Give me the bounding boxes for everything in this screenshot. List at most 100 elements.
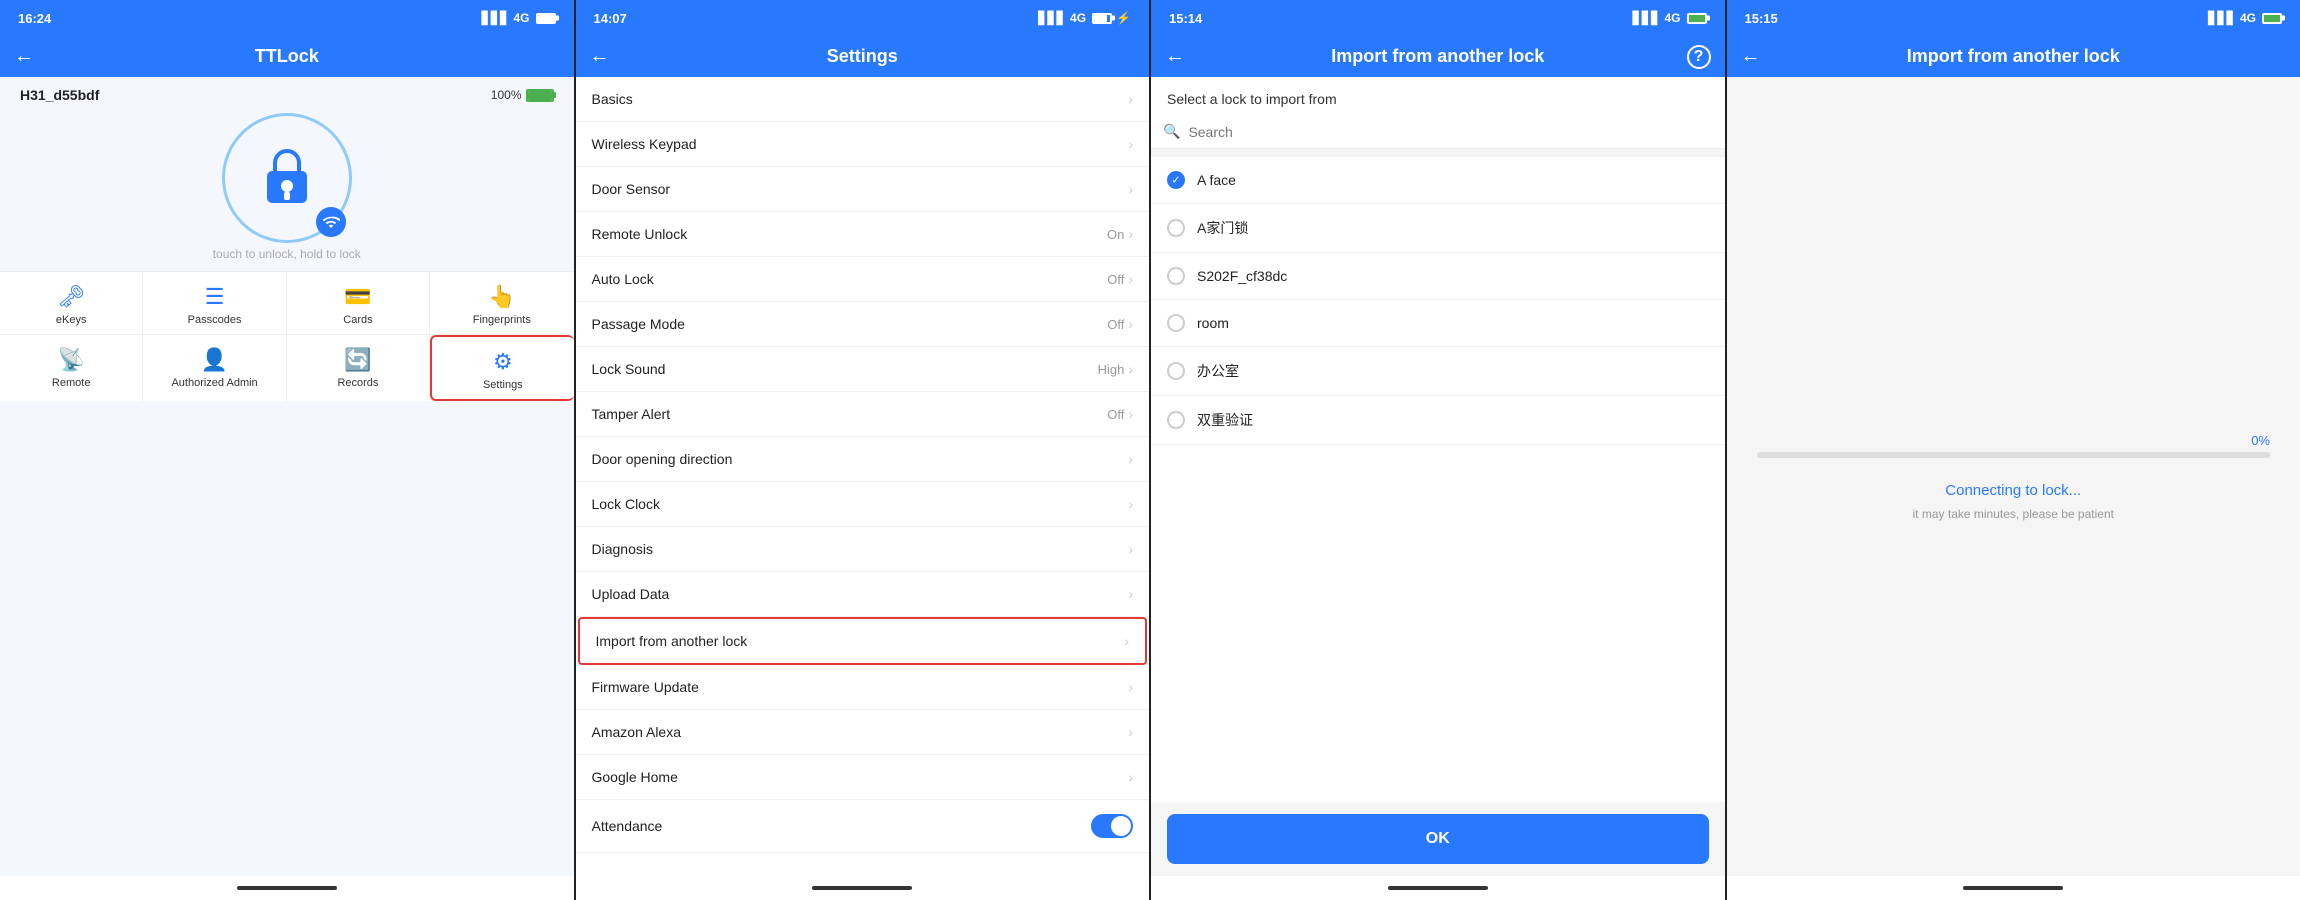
radio-dual-auth[interactable] (1167, 411, 1185, 429)
lock-item-s202f[interactable]: S202F_cf38dc (1151, 253, 1725, 300)
search-input[interactable] (1188, 124, 1712, 140)
lock-sound-value: High (1098, 362, 1125, 377)
progress-bar-container (1757, 452, 2271, 458)
settings-item-lock-sound[interactable]: Lock Sound High › (576, 347, 1150, 392)
remote-label: Remote (52, 377, 91, 389)
lock-item-a-home[interactable]: A家门锁 (1151, 204, 1725, 253)
nav-item-passcodes[interactable]: ☰ Passcodes (143, 272, 286, 334)
nav-item-settings[interactable]: ⚙ Settings (430, 335, 573, 401)
lock-item-a-face-label: A face (1197, 172, 1236, 188)
settings-list: Basics › Wireless Keypad › Door Sensor ›… (576, 77, 1150, 876)
settings-item-passage-mode[interactable]: Passage Mode Off › (576, 302, 1150, 347)
battery-display: 100% (491, 88, 554, 102)
settings-item-lock-clock[interactable]: Lock Clock › (576, 482, 1150, 527)
remote-icon: 📡 (57, 347, 84, 373)
home-bar-2 (812, 886, 912, 890)
back-button-1[interactable]: ← (14, 45, 34, 68)
settings-item-diagnosis[interactable]: Diagnosis › (576, 527, 1150, 572)
lock-item-office-label: 办公室 (1197, 361, 1239, 381)
nav-row2: 📡 Remote 👤 Authorized Admin 🔄 Records ⚙ … (0, 334, 574, 401)
settings-item-door-opening-direction[interactable]: Door opening direction › (576, 437, 1150, 482)
remote-unlock-chevron: › (1128, 226, 1133, 242)
nav-item-ekeys[interactable]: 🗝 eKeys (0, 272, 143, 334)
firmware-right: › (1128, 679, 1133, 695)
network-type-3: 4G (1664, 11, 1680, 25)
time-2: 14:07 (594, 11, 627, 26)
status-right-1: ▋▋▋ 4G (482, 11, 556, 25)
cards-label: Cards (343, 314, 372, 326)
nav-item-cards[interactable]: 💳 Cards (287, 272, 430, 334)
settings-item-door-sensor[interactable]: Door Sensor › (576, 167, 1150, 212)
settings-item-wireless-keypad[interactable]: Wireless Keypad › (576, 122, 1150, 167)
batt-bar (526, 89, 554, 102)
battery-fill-4 (2264, 15, 2280, 22)
search-icon: 🔍 (1163, 123, 1180, 140)
settings-item-basics[interactable]: Basics › (576, 77, 1150, 122)
nav-item-records[interactable]: 🔄 Records (287, 335, 430, 401)
back-button-3[interactable]: ← (1165, 45, 1185, 68)
battery-icon-3 (1687, 13, 1707, 24)
lock-item-room[interactable]: room (1151, 300, 1725, 347)
settings-item-import-from-lock[interactable]: Import from another lock › (578, 617, 1148, 665)
settings-item-attendance[interactable]: Attendance (576, 800, 1150, 853)
ok-button[interactable]: OK (1167, 814, 1709, 864)
amazon-alexa-label: Amazon Alexa (592, 724, 682, 740)
status-right-2: ▋▋▋ 4G ⚡ (1038, 11, 1131, 25)
radio-s202f[interactable] (1167, 267, 1185, 285)
wifi-icon (322, 213, 340, 231)
radio-office[interactable] (1167, 362, 1185, 380)
back-button-4[interactable]: ← (1741, 45, 1761, 68)
nav-item-authorized-admin[interactable]: 👤 Authorized Admin (143, 335, 286, 401)
ekeys-icon: 🗝 (57, 284, 85, 310)
attendance-toggle[interactable] (1091, 814, 1133, 838)
lock-item-office[interactable]: 办公室 (1151, 347, 1725, 396)
help-button-3[interactable]: ? (1687, 45, 1711, 69)
radio-room[interactable] (1167, 314, 1185, 332)
nav-item-remote[interactable]: 📡 Remote (0, 335, 143, 401)
home-indicator-1 (0, 876, 574, 900)
settings-item-google-home[interactable]: Google Home › (576, 755, 1150, 800)
passage-mode-label: Passage Mode (592, 316, 685, 332)
lock-item-a-face[interactable]: A face (1151, 157, 1725, 204)
battery-icon-4 (2262, 13, 2282, 24)
radio-a-face[interactable] (1167, 171, 1185, 189)
battery-icon-2 (1092, 13, 1112, 24)
lock-item-dual-auth-label: 双重验证 (1197, 410, 1253, 430)
fingerprints-label: Fingerprints (473, 314, 531, 326)
tamper-alert-label: Tamper Alert (592, 406, 671, 422)
remote-unlock-label: Remote Unlock (592, 226, 688, 242)
settings-item-amazon-alexa[interactable]: Amazon Alexa › (576, 710, 1150, 755)
status-right-4: ▋▋▋ 4G (2208, 11, 2282, 25)
auto-lock-value: Off (1107, 272, 1124, 287)
header-title-3: Import from another lock (1331, 46, 1544, 67)
door-opening-direction-label: Door opening direction (592, 451, 733, 467)
status-bar-1: 16:24 ▋▋▋ 4G (0, 0, 574, 36)
lock-visual[interactable] (222, 113, 352, 243)
passage-mode-value: Off (1107, 317, 1124, 332)
upload-data-label: Upload Data (592, 586, 670, 602)
back-button-2[interactable]: ← (590, 45, 610, 68)
settings-item-auto-lock[interactable]: Auto Lock Off › (576, 257, 1150, 302)
network-type-2: 4G (1070, 11, 1086, 25)
lock-item-s202f-label: S202F_cf38dc (1197, 268, 1287, 284)
home-indicator-2 (576, 876, 1150, 900)
door-sensor-chevron: › (1128, 181, 1133, 197)
search-bar: 🔍 (1151, 115, 1725, 149)
lock-clock-label: Lock Clock (592, 496, 660, 512)
lock-item-room-label: room (1197, 315, 1229, 331)
nav-item-fingerprints[interactable]: 👆 Fingerprints (430, 272, 573, 334)
radio-a-home[interactable] (1167, 219, 1185, 237)
settings-item-upload-data[interactable]: Upload Data › (576, 572, 1150, 617)
authorized-admin-label: Authorized Admin (171, 377, 257, 389)
import-chevron: › (1124, 633, 1129, 649)
settings-item-remote-unlock[interactable]: Remote Unlock On › (576, 212, 1150, 257)
passage-mode-chevron: › (1128, 316, 1133, 332)
firmware-chevron: › (1128, 679, 1133, 695)
settings-item-firmware-update[interactable]: Firmware Update › (576, 665, 1150, 710)
time-3: 15:14 (1169, 11, 1202, 26)
settings-item-tamper-alert[interactable]: Tamper Alert Off › (576, 392, 1150, 437)
passcodes-label: Passcodes (188, 314, 242, 326)
connecting-text: Connecting to lock... (1945, 482, 2081, 499)
lock-item-dual-auth[interactable]: 双重验证 (1151, 396, 1725, 445)
wireless-keypad-right: › (1128, 136, 1133, 152)
